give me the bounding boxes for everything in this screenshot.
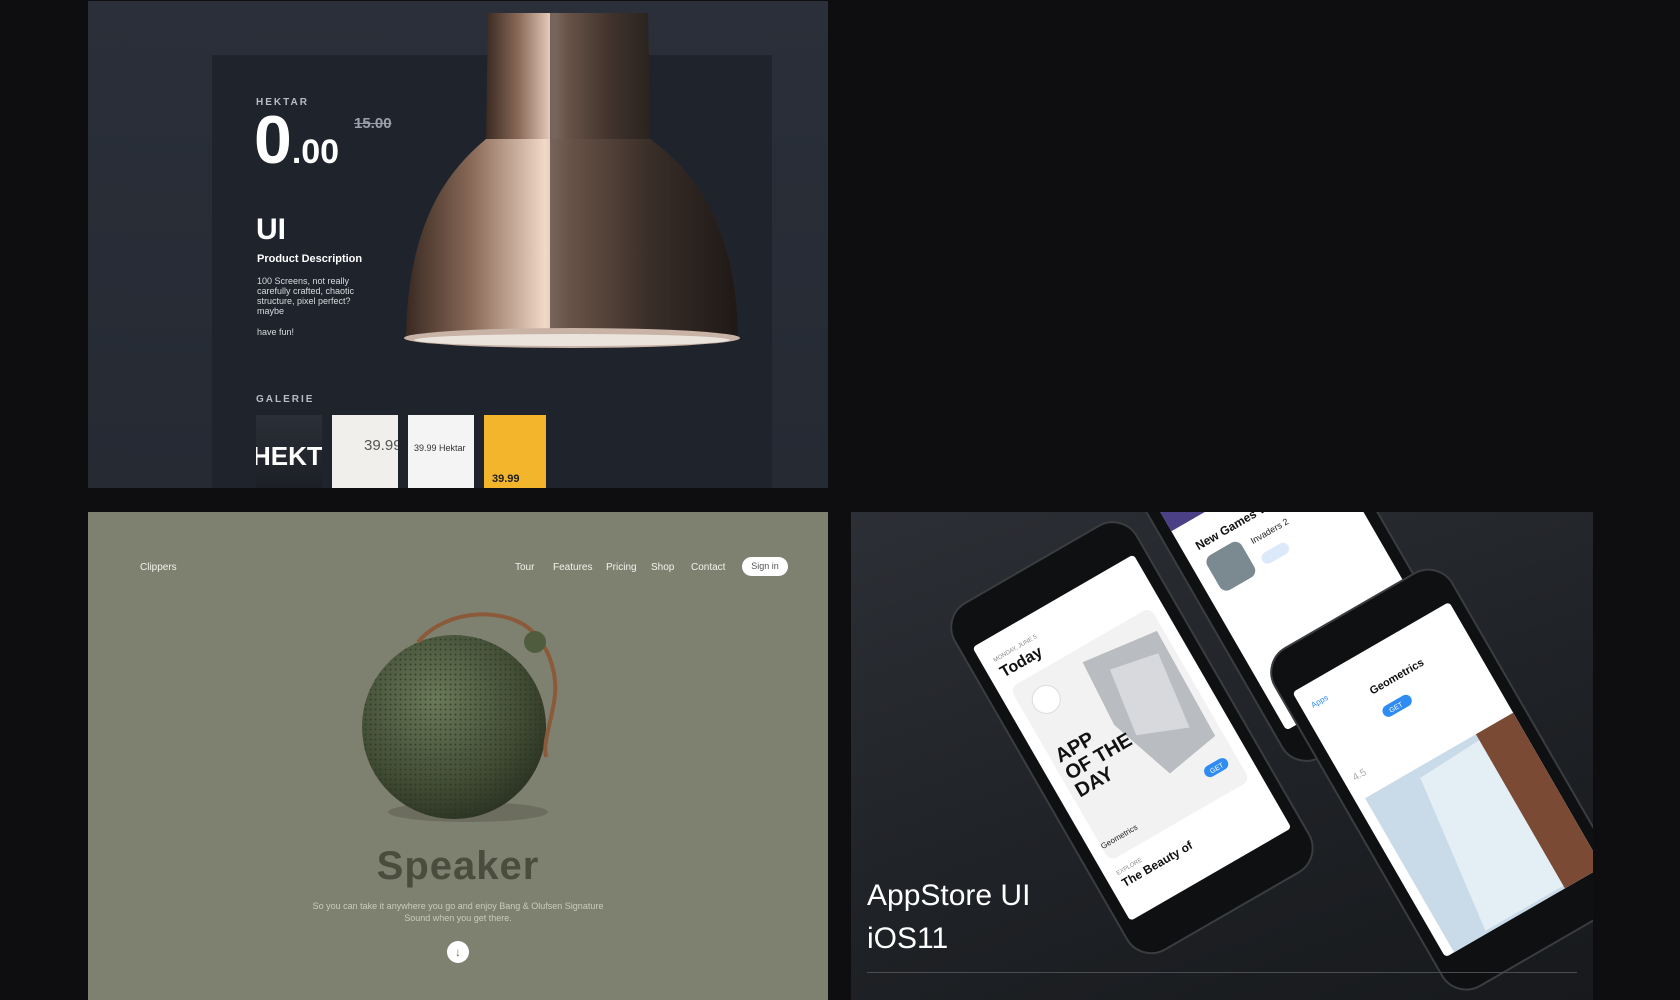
price: 0.00	[254, 106, 339, 174]
site-logo[interactable]: Clippers	[140, 562, 177, 573]
description-text: 100 Screens, not really carefully crafte…	[257, 276, 355, 316]
appstore-title: AppStore UI iOS11	[867, 874, 1030, 960]
title-line-1: AppStore UI	[867, 879, 1031, 912]
nav-contact[interactable]: Contact	[691, 562, 725, 573]
price-decimal: .00	[291, 133, 340, 171]
scroll-down-button[interactable]: ↓	[447, 941, 469, 963]
appstore-preview[interactable]: New Games We Love Invaders 2 MONDAY, JUN…	[851, 512, 1593, 1000]
ui-heading: UI	[256, 213, 286, 246]
gallery-title: GALERIE	[256, 394, 315, 405]
arrow-down-icon: ↓	[455, 945, 461, 959]
speaker-preview[interactable]: Clippers Tour Features Pricing Shop Cont…	[88, 512, 828, 1000]
thumb-1-text: HEKT	[256, 441, 322, 471]
nav-pricing[interactable]: Pricing	[606, 562, 637, 573]
price-main: 0	[254, 102, 292, 178]
nav-tour[interactable]: Tour	[515, 562, 534, 573]
nav-features[interactable]: Features	[553, 562, 592, 573]
gallery-thumb-1[interactable]: HEKT	[256, 415, 322, 488]
sign-in-button[interactable]: Sign in	[742, 557, 788, 576]
description-title: Product Description	[257, 253, 363, 265]
speaker-image	[362, 612, 558, 822]
old-price: 15.00	[354, 115, 392, 132]
hero-title: Speaker	[376, 844, 540, 888]
hero-subtitle: So you can take it anywhere you go and e…	[312, 901, 604, 923]
gallery-thumb-3[interactable]: 39.99 Hektar	[408, 415, 474, 488]
gallery-thumb-2[interactable]: 39.99	[332, 415, 398, 488]
thumb-3-text: 39.99 Hektar	[414, 443, 466, 453]
divider	[867, 972, 1577, 973]
title-line-2: iOS11	[867, 922, 949, 955]
gallery-thumb-4[interactable]: 39.99	[484, 415, 546, 488]
thumb-4-text: 39.99	[492, 473, 520, 485]
hektar-preview[interactable]: HEKTAR 0.00 15.00 UI Product Description…	[88, 1, 828, 488]
thumb-2-text: 39.99	[364, 437, 398, 454]
nav-shop[interactable]: Shop	[651, 562, 674, 573]
fun-text: have fun!	[257, 327, 295, 337]
